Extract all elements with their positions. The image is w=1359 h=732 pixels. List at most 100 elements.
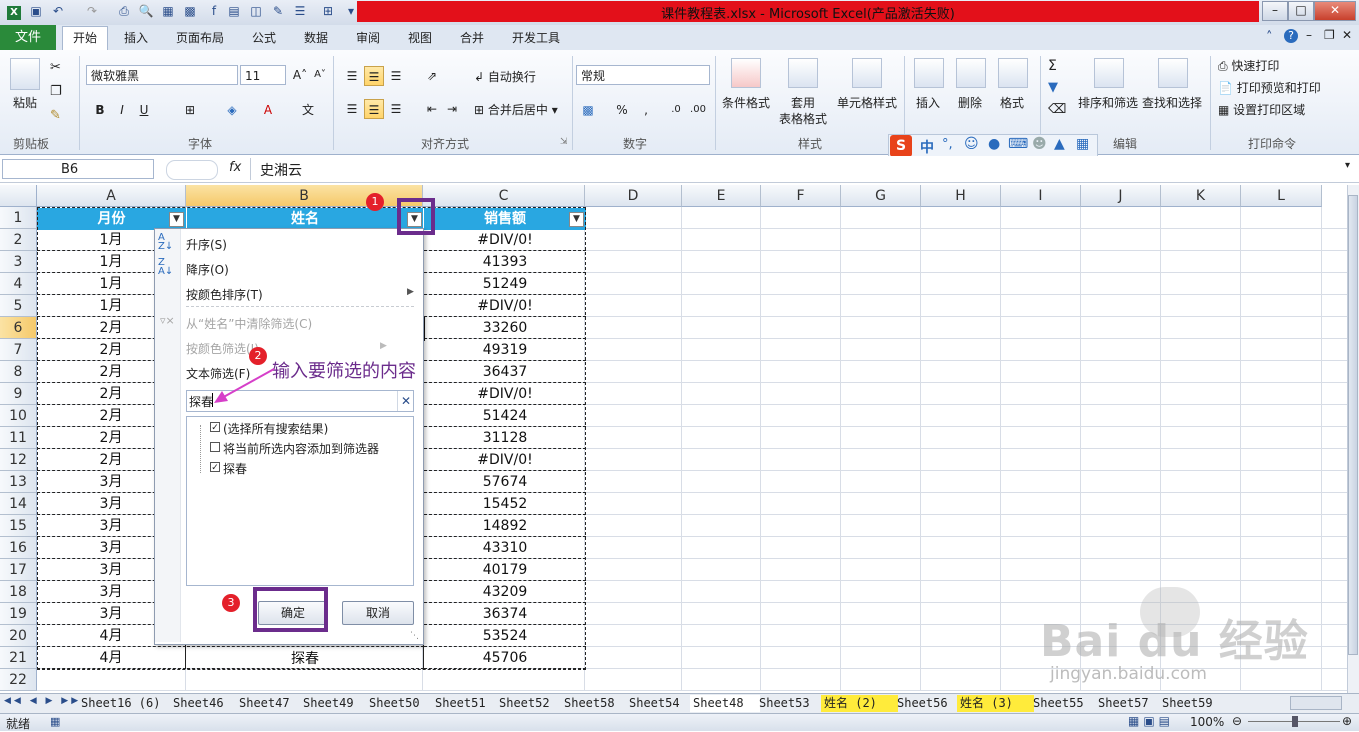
- cell-styles-icon[interactable]: [852, 58, 882, 88]
- filter-quick-icon[interactable]: ☰: [292, 4, 308, 20]
- sales-cell[interactable]: #DIV/0!: [424, 295, 586, 317]
- align-right-icon[interactable]: ☰: [386, 99, 406, 119]
- sales-cell[interactable]: 51249: [424, 273, 586, 295]
- sales-cell[interactable]: 53524: [424, 625, 586, 647]
- row-header-17[interactable]: 17: [0, 559, 37, 581]
- delete-cells-icon[interactable]: [956, 58, 986, 88]
- ribbon-close-icon[interactable]: ✕: [1342, 28, 1352, 42]
- orientation-icon[interactable]: ⇗: [422, 66, 442, 86]
- column-header-c[interactable]: C: [423, 185, 585, 207]
- clear-icon[interactable]: ⌫: [1048, 102, 1066, 117]
- align-left-icon[interactable]: ☰: [342, 99, 362, 119]
- ime-mode[interactable]: 中: [920, 137, 934, 157]
- filter-dropdown-month-icon[interactable]: ▼: [169, 212, 184, 227]
- sheet-tab[interactable]: Sheet51: [432, 695, 500, 712]
- print-preview-icon[interactable]: 🔍: [138, 4, 154, 20]
- header-name[interactable]: 姓名: [187, 208, 423, 230]
- close-window-button[interactable]: ✕: [1314, 1, 1356, 21]
- form-icon[interactable]: ▤: [226, 4, 242, 20]
- column-header-d[interactable]: D: [585, 185, 682, 207]
- align-top-icon[interactable]: ☰: [342, 66, 362, 86]
- row-header-2[interactable]: 2: [0, 229, 37, 251]
- menu-filter-by-color[interactable]: 按颜色筛选(I): [186, 340, 259, 357]
- menu-sort-by-color[interactable]: 按颜色排序(T): [186, 286, 263, 303]
- voice-icon[interactable]: ●: [988, 136, 1000, 152]
- format-painter-icon[interactable]: ✎: [50, 108, 61, 123]
- sheet-tab[interactable]: Sheet49: [300, 695, 370, 712]
- column-header-k[interactable]: K: [1161, 185, 1241, 207]
- print-preview-button[interactable]: 📄 打印预览和打印: [1218, 79, 1321, 96]
- column-header-j[interactable]: J: [1081, 185, 1161, 207]
- clear-search-icon[interactable]: ✕: [397, 391, 414, 411]
- bold-icon[interactable]: B: [90, 100, 110, 120]
- sales-cell[interactable]: 36437: [424, 361, 586, 383]
- sheet-tab[interactable]: Sheet48: [690, 695, 760, 712]
- row-header-14[interactable]: 14: [0, 493, 37, 515]
- row-header-1[interactable]: 1: [0, 207, 37, 229]
- insert-function-icon[interactable]: fx: [229, 160, 241, 175]
- row-header-4[interactable]: 4: [0, 273, 37, 295]
- skin-icon[interactable]: ▲: [1054, 136, 1065, 152]
- row-header-10[interactable]: 10: [0, 405, 37, 427]
- formula-bar-splitter[interactable]: [166, 160, 218, 180]
- row-header-11[interactable]: 11: [0, 427, 37, 449]
- wrap-text-button[interactable]: ↲ 自动换行: [474, 68, 536, 85]
- font-size-combo[interactable]: 11: [240, 65, 286, 85]
- cut-icon[interactable]: ✂: [50, 60, 61, 75]
- fill-color-icon[interactable]: ◈: [222, 100, 242, 120]
- add-to-filter-checkbox[interactable]: [210, 442, 220, 452]
- sheet-tab[interactable]: Sheet59: [1159, 695, 1227, 712]
- select-all-results-label[interactable]: (选择所有搜索结果): [223, 420, 328, 437]
- sales-cell[interactable]: 43209: [424, 581, 586, 603]
- macro-record-icon[interactable]: ▦: [50, 715, 60, 728]
- sheet-tab[interactable]: Sheet58: [561, 695, 630, 712]
- tab-insert[interactable]: 插入: [114, 27, 158, 49]
- copy-icon[interactable]: ❐: [50, 84, 62, 99]
- zoom-out-icon[interactable]: ⊖: [1232, 714, 1242, 728]
- option-tanchun-label[interactable]: 探春: [223, 460, 247, 477]
- tab-data[interactable]: 数据: [294, 27, 338, 49]
- shrink-font-icon[interactable]: A˅: [310, 65, 330, 85]
- sales-cell[interactable]: #DIV/0!: [424, 229, 586, 251]
- sheet-tab[interactable]: Sheet57: [1095, 695, 1163, 712]
- autosum-icon[interactable]: Σ: [1048, 58, 1057, 74]
- underline-icon[interactable]: U: [134, 100, 154, 120]
- row-header-6[interactable]: 6: [0, 317, 37, 339]
- row-header-12[interactable]: 12: [0, 449, 37, 471]
- tab-merge[interactable]: 合并: [450, 27, 494, 49]
- paste-button[interactable]: 粘贴: [8, 94, 42, 111]
- header-sales[interactable]: 销售额: [424, 208, 586, 230]
- function-icon[interactable]: f: [206, 4, 222, 20]
- sales-cell[interactable]: 40179: [424, 559, 586, 581]
- calc-icon[interactable]: ▩: [182, 4, 198, 20]
- row-header-16[interactable]: 16: [0, 537, 37, 559]
- column-header-l[interactable]: L: [1241, 185, 1322, 207]
- table-icon[interactable]: ▦: [160, 4, 176, 20]
- add-to-filter-label[interactable]: 将当前所选内容添加到筛选器: [223, 440, 379, 457]
- conditional-format-button[interactable]: 条件格式: [718, 94, 774, 111]
- sheet-tab[interactable]: Sheet47: [236, 695, 304, 712]
- sheet-tab[interactable]: Sheet54: [626, 695, 694, 712]
- menu-sort-descending[interactable]: 降序(O): [186, 261, 229, 278]
- column-header-a[interactable]: A: [37, 185, 186, 207]
- sales-cell[interactable]: 36374: [424, 603, 586, 625]
- sheet-nav-icons[interactable]: ◀◀ ◀ ▶ ▶▶: [4, 696, 81, 706]
- cell-styles-button[interactable]: 单元格样式: [834, 94, 900, 111]
- cancel-button[interactable]: 取消: [342, 601, 414, 625]
- name-box[interactable]: B6: [2, 159, 154, 179]
- select-all-results-checkbox[interactable]: ✓: [210, 422, 220, 433]
- row-header-22[interactable]: 22: [0, 669, 37, 691]
- view-mode-icons[interactable]: ▦▣▤: [1128, 714, 1174, 728]
- row-header-20[interactable]: 20: [0, 625, 37, 647]
- name-cell-row21[interactable]: 探春: [187, 648, 423, 670]
- format-as-table-label1[interactable]: 套用: [778, 94, 828, 111]
- undo-icon[interactable]: ↶: [50, 4, 66, 20]
- conditional-format-icon[interactable]: [731, 58, 761, 88]
- sheet-tab[interactable]: Sheet52: [496, 695, 565, 712]
- minimize-button[interactable]: –: [1262, 1, 1288, 21]
- sheet-tab[interactable]: Sheet55: [1030, 695, 1099, 712]
- sheet-tab[interactable]: Sheet16 (6): [78, 695, 174, 712]
- sales-cell[interactable]: #DIV/0!: [424, 449, 586, 471]
- row-header-13[interactable]: 13: [0, 471, 37, 493]
- border-icon[interactable]: ⊞: [180, 100, 200, 120]
